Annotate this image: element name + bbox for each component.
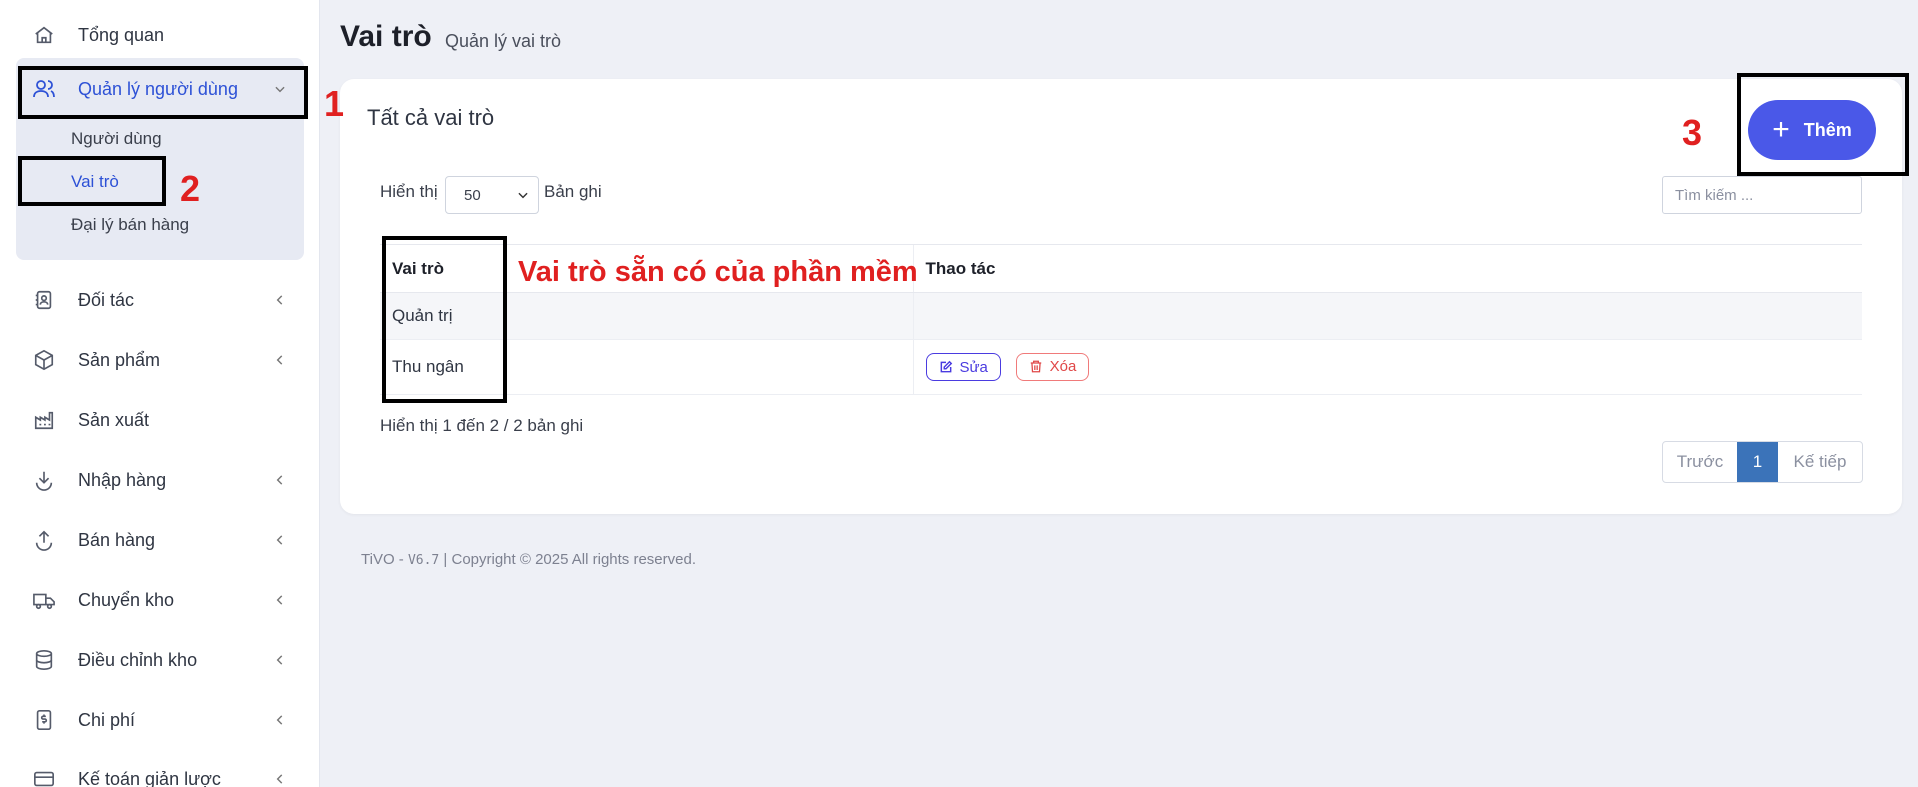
sidebar-item-label: Chi phí bbox=[78, 709, 136, 730]
delete-button[interactable]: Xóa bbox=[1015, 352, 1090, 381]
role-name: Quản trị bbox=[380, 292, 913, 340]
add-button-label: Thêm bbox=[1803, 119, 1852, 140]
sidebar-item-purchasing[interactable]: Nhập hàng bbox=[16, 455, 304, 505]
chevron-down-icon bbox=[516, 188, 530, 202]
chevron-left-icon bbox=[272, 652, 288, 668]
page-length-select[interactable]: 50 bbox=[445, 176, 539, 214]
sidebar-subitem-roles[interactable]: Vai trò bbox=[71, 172, 119, 192]
sidebar-item-label: Sản phẩm bbox=[78, 349, 161, 370]
actions-cell bbox=[912, 292, 1862, 340]
chevron-left-icon bbox=[272, 532, 288, 548]
sidebar-item-label: Quản lý người dùng bbox=[78, 78, 238, 99]
upload-icon bbox=[32, 528, 56, 552]
sidebar-subitem-sales-agents[interactable]: Đại lý bán hàng bbox=[71, 215, 189, 235]
annotation-number-2: 2 bbox=[180, 168, 201, 209]
sidebar-item-label: Sản xuất bbox=[78, 409, 150, 430]
sidebar-item-label: Kế toán giản lược bbox=[78, 768, 221, 787]
chevron-left-icon bbox=[272, 292, 288, 308]
pagination: Trước 1 Kế tiếp bbox=[1662, 441, 1863, 483]
footer-brand: TiVO - bbox=[361, 551, 408, 568]
column-header-actions: Thao tác bbox=[912, 244, 1862, 293]
table-row: Quản trị bbox=[380, 292, 1862, 340]
chevron-left-icon bbox=[272, 592, 288, 608]
sidebar-item-label: Chuyển kho bbox=[78, 589, 175, 610]
dollar-file-icon bbox=[32, 708, 56, 732]
sidebar-item-label: Tổng quan bbox=[78, 24, 165, 45]
sidebar-item-production[interactable]: Sản xuất bbox=[16, 395, 304, 445]
plus-icon: + bbox=[1772, 113, 1790, 146]
pagination-prev[interactable]: Trước bbox=[1663, 442, 1737, 482]
chevron-left-icon bbox=[272, 472, 288, 488]
table-info: Hiển thị 1 đến 2 / 2 bản ghi bbox=[380, 416, 584, 435]
annotation-number-1: 1 bbox=[324, 83, 345, 124]
sidebar-item-label: Nhập hàng bbox=[78, 469, 167, 490]
sidebar-item-label: Điều chỉnh kho bbox=[78, 649, 198, 670]
users-icon bbox=[32, 77, 56, 101]
page-length-value: 50 bbox=[464, 186, 481, 204]
table-row: Thu ngân Sửa Xóa bbox=[380, 339, 1862, 395]
download-icon bbox=[32, 468, 56, 492]
sidebar-item-sales[interactable]: Bán hàng bbox=[16, 515, 304, 565]
trash-icon bbox=[1030, 360, 1041, 373]
page-title: Vai trò bbox=[340, 20, 432, 53]
contact-card-icon bbox=[32, 288, 56, 312]
sidebar-item-label: Đối tác bbox=[78, 289, 135, 310]
database-icon bbox=[32, 648, 56, 672]
length-label: Hiển thị bbox=[380, 182, 438, 201]
length-suffix: Bản ghi bbox=[544, 182, 602, 201]
edit-icon bbox=[940, 360, 952, 373]
pagination-next[interactable]: Kế tiếp bbox=[1778, 442, 1862, 482]
sidebar-item-accounting[interactable]: Kế toán giản lược bbox=[16, 754, 304, 787]
box-icon bbox=[32, 348, 56, 372]
edit-label: Sửa bbox=[959, 358, 988, 376]
sidebar-item-products[interactable]: Sản phẩm bbox=[16, 335, 304, 385]
page-subtitle: Quản lý vai trò bbox=[445, 31, 562, 51]
footer: TiVO - V6.7 | Copyright © 2025 All right… bbox=[361, 551, 696, 568]
search-input[interactable] bbox=[1662, 176, 1862, 214]
footer-copyright: | Copyright © 2025 All rights reserved. bbox=[439, 551, 697, 568]
sidebar-item-partners[interactable]: Đối tác bbox=[16, 275, 304, 325]
annotation-number-3: 3 bbox=[1682, 112, 1703, 153]
sidebar-item-user-management[interactable]: Quản lý người dùng bbox=[16, 64, 304, 114]
factory-icon bbox=[32, 408, 56, 432]
sidebar-item-stock-transfer[interactable]: Chuyển kho bbox=[16, 575, 304, 625]
chevron-down-icon bbox=[272, 81, 288, 97]
role-name: Thu ngân bbox=[380, 339, 913, 395]
sidebar: Tổng quan Quản lý người dùng Người dùng … bbox=[0, 0, 320, 787]
credit-card-icon bbox=[32, 767, 56, 787]
actions-cell: Sửa Xóa bbox=[912, 339, 1862, 395]
sidebar-item-overview[interactable]: Tổng quan bbox=[16, 10, 304, 60]
delete-label: Xóa bbox=[1049, 358, 1077, 376]
chevron-left-icon bbox=[272, 712, 288, 728]
add-role-button[interactable]: + Thêm bbox=[1748, 100, 1876, 160]
home-icon bbox=[32, 23, 56, 47]
edit-button[interactable]: Sửa bbox=[925, 353, 1001, 382]
sidebar-item-stock-adjustment[interactable]: Điều chỉnh kho bbox=[16, 635, 304, 685]
sidebar-item-expenses[interactable]: Chi phí bbox=[16, 695, 304, 745]
annotation-note: Vai trò sẵn có của phần mềm bbox=[518, 256, 918, 288]
footer-version: V6.7 bbox=[407, 553, 440, 568]
card-title: Tất cả vai trò bbox=[367, 105, 495, 130]
sidebar-item-label: Bán hàng bbox=[78, 529, 156, 550]
chevron-left-icon bbox=[272, 352, 288, 368]
truck-icon bbox=[32, 588, 56, 612]
sidebar-subitem-users[interactable]: Người dùng bbox=[71, 129, 162, 149]
pagination-page[interactable]: 1 bbox=[1737, 442, 1778, 482]
chevron-left-icon bbox=[272, 771, 288, 787]
